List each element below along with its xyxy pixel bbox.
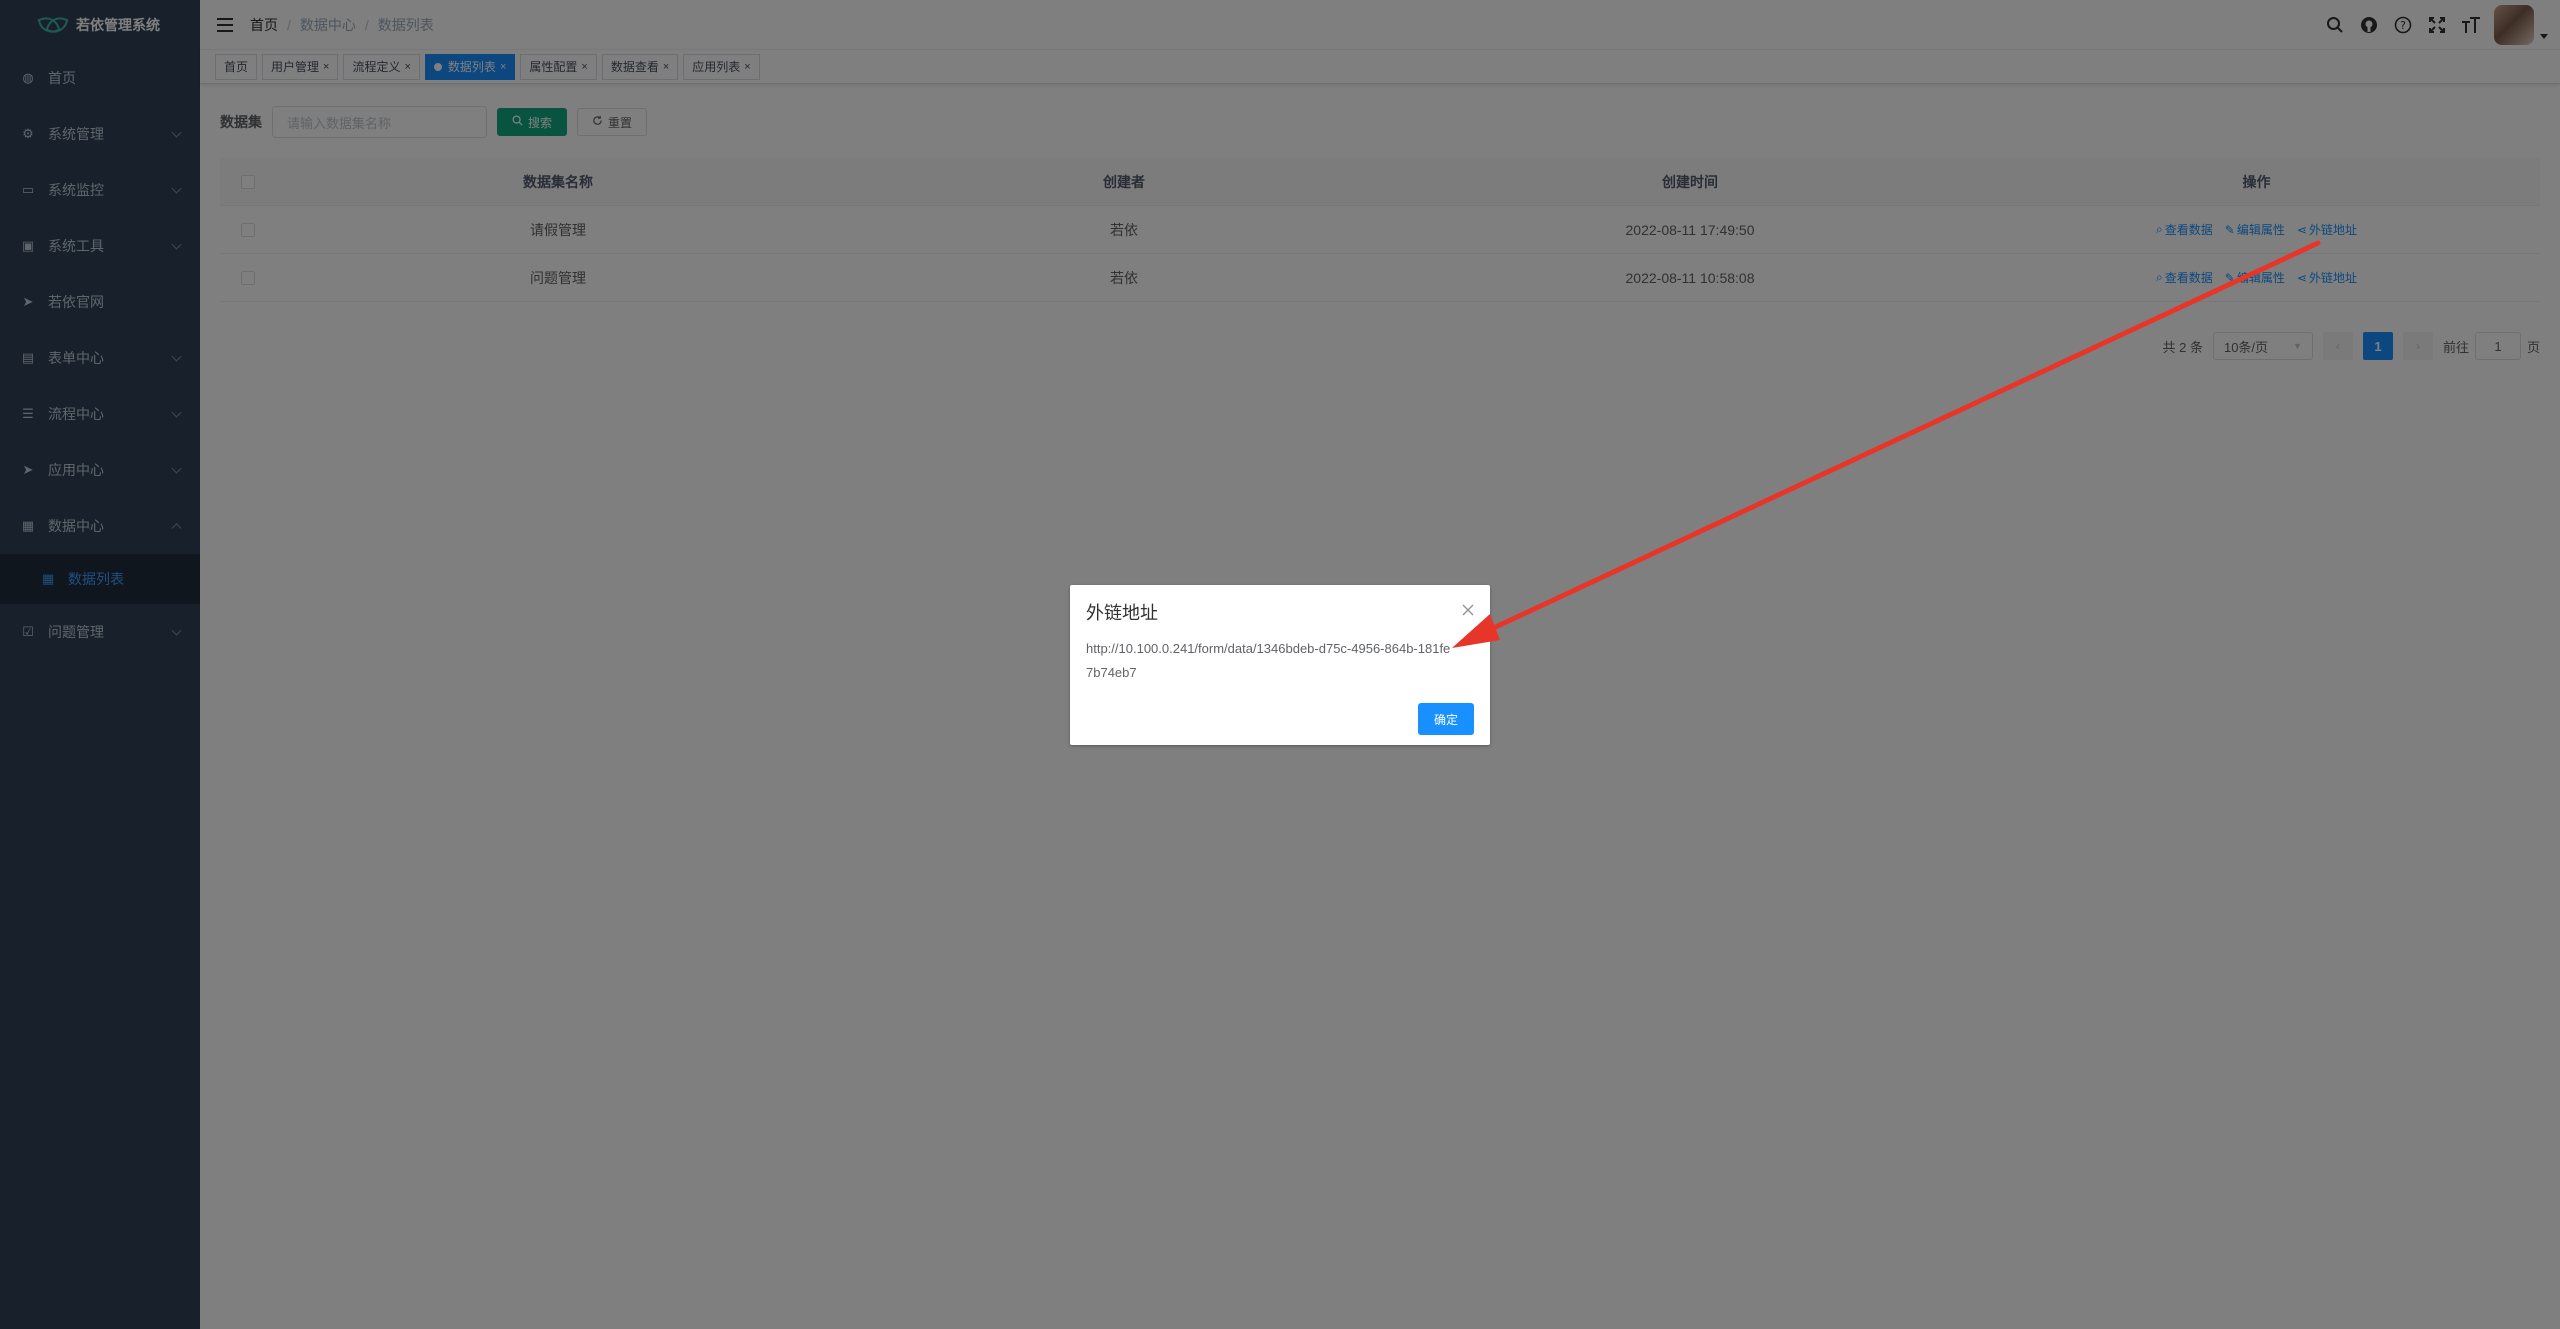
dialog-header: 外链地址	[1070, 585, 1490, 625]
external-link-dialog: 外链地址 http://10.100.0.241/form/data/1346b…	[1070, 585, 1490, 745]
dialog-url: http://10.100.0.241/form/data/1346bdeb-d…	[1086, 641, 1451, 680]
close-icon[interactable]	[1462, 603, 1474, 621]
confirm-button[interactable]: 确定	[1418, 703, 1474, 735]
dialog-footer: 确定	[1418, 703, 1474, 735]
dialog-title: 外链地址	[1086, 603, 1158, 623]
